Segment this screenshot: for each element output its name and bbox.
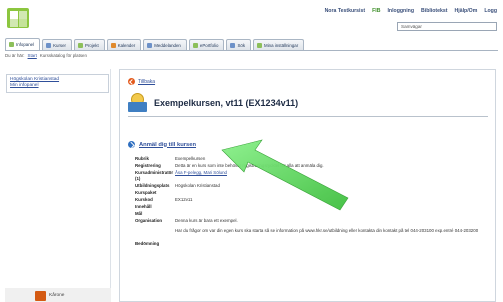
detail-row: Kurskod EX12v11 [135,197,485,204]
detail-row: Kursadministratör (1) Åsa F-pelegg, Mari … [135,170,485,183]
detail-key: Bedömning [135,241,160,246]
footer-text: Kårone [49,293,65,298]
detail-key: Utbildningsplats [135,183,170,188]
tab-mina-installningar[interactable]: Mina inställningar [253,39,305,50]
tab-label: Kurser [53,42,67,48]
page-title: Exempelkursen, vt11 (EX1234v11) [154,97,299,108]
header: Nora Testkursist FIB Inloggning Bibliote… [0,0,503,34]
sidebar: Högskolan Kristianstad Min infopanel Kår… [5,69,111,302]
search-placeholder: Samvägar [401,24,422,29]
detail-row: Bedömning [135,241,485,248]
tab-sok[interactable]: Sök [226,39,252,50]
detail-key: Innehåll [135,204,152,209]
sidebar-item-my-infopanel[interactable]: Min infopanel [10,83,105,89]
logo[interactable] [7,8,29,28]
logout-link[interactable]: Logg [484,8,497,14]
project-icon [78,42,84,48]
detail-row: Innehåll [135,204,485,211]
apply-to-course-link[interactable]: Anmäl dig till kursen [128,141,196,148]
tab-label: Projekt [85,42,99,48]
detail-key: Organisation [135,218,163,223]
detail-key: Kurspaket [135,190,157,195]
apply-label: Anmäl dig till kursen [139,141,197,148]
detail-key: Registrering [135,163,161,168]
tab-meddelanden[interactable]: Meddelanden [143,39,187,50]
detail-value [175,204,485,211]
tab-label: Kalender [117,42,136,48]
fib-link[interactable]: FIB [372,8,380,14]
tab-label: ePortfolio [199,42,219,48]
course-icon [46,42,52,48]
search-icon [230,42,236,48]
detail-row: Kurspaket [135,190,485,197]
detail-row: Rubrik Exempelkursen [135,156,485,163]
course-icon [128,93,148,112]
divider [128,116,488,117]
help-link[interactable]: Hjälp/Om [455,8,478,14]
detail-value [175,241,485,248]
home-icon [9,42,14,47]
user-links: Nora Testkursist FIB Inloggning Bibliote… [325,8,497,14]
tab-projekt[interactable]: Projekt [74,39,105,50]
detail-key: Kursadministratör (1) [135,170,174,181]
detail-key: Kurskod [135,197,153,202]
breadcrumb-current: Kursskatalog för platsen [39,53,87,58]
portfolio-icon [192,42,198,48]
tab-eportfolio[interactable]: ePortfolio [188,39,225,50]
settings-icon [257,42,263,48]
back-label: Tillbaka [138,78,156,85]
tab-kurser[interactable]: Kurser [42,39,73,50]
detail-value [175,211,485,218]
library-link[interactable]: Bibliotekst [421,8,448,14]
app-window: Nora Testkursist FIB Inloggning Bibliote… [0,0,503,302]
detail-value: Högskolan Kristianstad [175,183,220,188]
search-input[interactable]: Samvägar [397,22,497,31]
login-link[interactable]: Inloggning [387,8,414,14]
main-tabs: Infopanel Kurser Projekt Kalender Meddel… [5,38,498,51]
message-icon [147,42,153,48]
back-link[interactable]: Tillbaka [128,78,155,85]
detail-value: Exempelkursen [175,156,206,161]
sidebar-links-box: Högskolan Kristianstad Min infopanel [6,74,109,93]
tab-kalender[interactable]: Kalender [106,39,142,50]
course-details: Rubrik Exempelkursen Registrering Detta är… [135,156,485,248]
detail-value: Detta är en kurs som inte behöver regist… [175,163,324,168]
detail-row: Registrering Detta är en kurs som inte be… [135,163,485,170]
detail-row: Mål [135,211,485,218]
course-header: Exempelkursen, vt11 (EX1234v11) [128,93,298,112]
footer-logo [35,291,46,301]
user-name[interactable]: Nora Testkursist [325,8,366,14]
course-panel: Tillbaka Exempelkursen, vt11 (EX1234v11)… [119,69,496,302]
admin-link[interactable]: Åsa F-pelegg, Mari Sölund [175,170,485,183]
arrow-right-icon [128,141,135,148]
tab-infopanel[interactable]: Infopanel [5,38,41,50]
back-arrow-icon [128,78,135,85]
breadcrumb-start-link[interactable]: Start [28,53,37,61]
detail-key [135,228,175,241]
detail-row: Utbildningsplats Högskolan Kristianstad [135,183,485,190]
detail-row: Organisation Denna kurs är bara ett exemp… [135,218,485,228]
tab-label: Mina inställningar [264,42,299,48]
tab-label: Meddelanden [154,42,181,48]
tab-label: Infopanel [16,42,35,47]
detail-value: Har du frågor om var din egen kurs ska s… [175,228,479,233]
detail-key: Mål [135,211,143,216]
breadcrumb-prefix: Du är här: [5,53,25,58]
calendar-icon [110,42,116,48]
sidebar-footer: Kårone [5,288,111,302]
detail-value: EX12v11 [175,197,193,202]
detail-key: Rubrik [135,156,149,161]
detail-row: Har du frågor om var din egen kurs ska s… [135,228,485,241]
detail-value: Denna kurs är bara ett exempel. [175,218,238,223]
detail-value [175,190,485,197]
tab-label: Sök [237,42,246,48]
breadcrumb: Du är här: Start Kursskatalog för platse… [5,53,87,61]
